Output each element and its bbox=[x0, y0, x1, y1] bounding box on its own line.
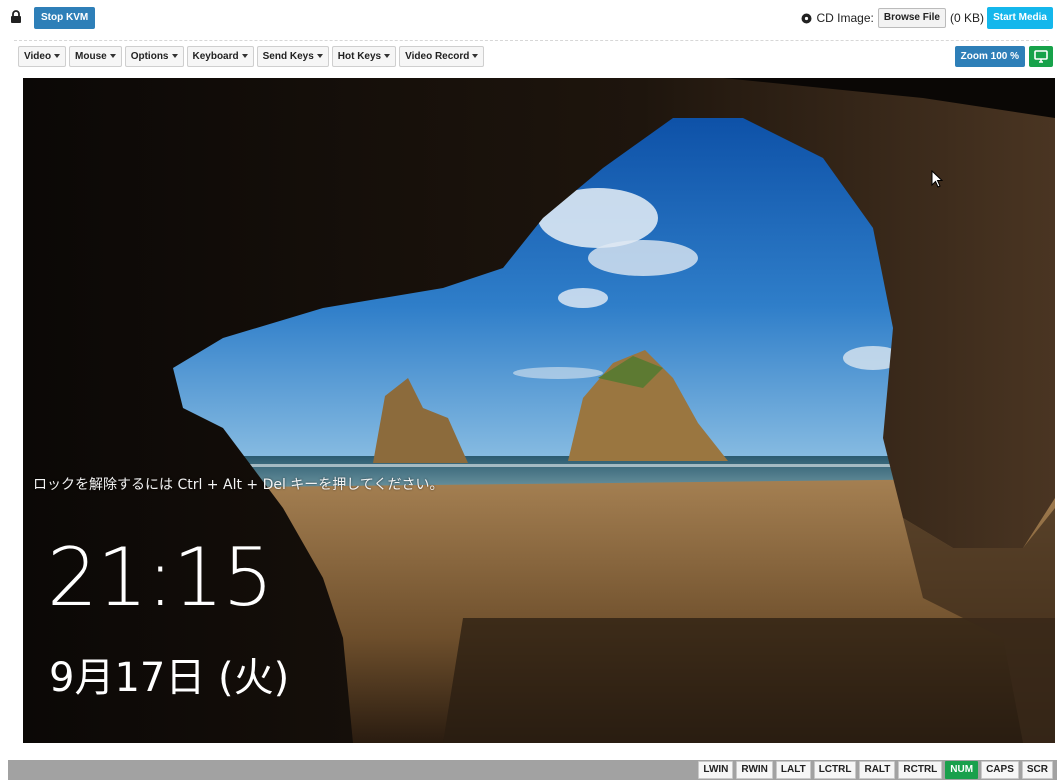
monitor-icon bbox=[1034, 50, 1048, 63]
caret-down-icon bbox=[472, 54, 479, 59]
hot-keys-menu[interactable]: Hot Keys bbox=[331, 46, 397, 67]
key-rctrl[interactable]: RCTRL bbox=[898, 761, 943, 779]
browse-file-button[interactable]: Browse File bbox=[877, 8, 946, 28]
cd-image-label: CD Image: bbox=[816, 11, 874, 25]
divider bbox=[14, 40, 1049, 41]
caret-down-icon bbox=[171, 54, 178, 59]
send-keys-menu[interactable]: Send Keys bbox=[256, 46, 329, 67]
key-scr[interactable]: SCR bbox=[1021, 761, 1053, 779]
keyboard-status-bar: LWIN RWIN LALT LCTRL RALT RCTRL NUM CAPS… bbox=[8, 760, 1057, 780]
screen-toggle-button[interactable] bbox=[1029, 46, 1053, 67]
unlock-instruction: ロックを解除するには Ctrl + Alt + Del キーを押してください。 bbox=[33, 477, 444, 493]
video-record-menu[interactable]: Video Record bbox=[399, 46, 485, 67]
lock-screen-date: 9月17日 (火) bbox=[49, 655, 290, 701]
top-bar: Stop KVM CD Image: Browse File (0 KB) St… bbox=[0, 0, 1057, 36]
keyboard-menu[interactable]: Keyboard bbox=[186, 46, 254, 67]
kvm-menu-bar: Video Mouse Options Keyboard Send Keys H… bbox=[18, 46, 485, 68]
video-menu[interactable]: Video bbox=[18, 46, 67, 67]
kvm-remote-screen[interactable]: ロックを解除するには Ctrl + Alt + Del キーを押してください。 … bbox=[23, 78, 1055, 743]
lock-screen-wallpaper bbox=[23, 78, 1055, 743]
mouse-menu[interactable]: Mouse bbox=[69, 46, 122, 67]
caret-down-icon bbox=[316, 54, 323, 59]
key-lctrl[interactable]: LCTRL bbox=[813, 761, 857, 779]
key-lwin[interactable]: LWIN bbox=[698, 761, 734, 779]
lock-key-indicators: LWIN RWIN LALT LCTRL RALT RCTRL NUM CAPS… bbox=[698, 761, 1053, 779]
mouse-cursor-icon bbox=[931, 170, 943, 188]
menu-label: Send Keys bbox=[262, 51, 314, 62]
key-ralt[interactable]: RALT bbox=[859, 761, 896, 779]
menu-label: Video bbox=[24, 51, 52, 62]
key-rwin[interactable]: RWIN bbox=[736, 761, 773, 779]
menu-label: Hot Keys bbox=[337, 51, 382, 62]
lock-icon bbox=[11, 10, 21, 23]
zoom-button[interactable]: Zoom 100 % bbox=[954, 46, 1025, 67]
cd-image-group: CD Image: Browse File (0 KB) bbox=[801, 7, 984, 29]
caret-down-icon bbox=[54, 54, 61, 59]
disc-icon bbox=[801, 13, 812, 23]
stop-kvm-button[interactable]: Stop KVM bbox=[34, 7, 96, 29]
key-caps[interactable]: CAPS bbox=[981, 761, 1019, 779]
lock-screen-clock: 21:15 bbox=[47, 531, 274, 624]
menu-label: Video Record bbox=[405, 51, 470, 62]
key-lalt[interactable]: LALT bbox=[775, 761, 811, 779]
options-menu[interactable]: Options bbox=[124, 46, 184, 67]
menu-label: Mouse bbox=[75, 51, 107, 62]
menu-label: Options bbox=[130, 51, 169, 62]
start-media-button[interactable]: Start Media bbox=[987, 7, 1053, 29]
caret-down-icon bbox=[109, 54, 116, 59]
menu-label: Keyboard bbox=[192, 51, 239, 62]
caret-down-icon bbox=[241, 54, 248, 59]
file-size-label: (0 KB) bbox=[949, 11, 984, 25]
key-num[interactable]: NUM bbox=[945, 761, 979, 779]
caret-down-icon bbox=[384, 54, 391, 59]
